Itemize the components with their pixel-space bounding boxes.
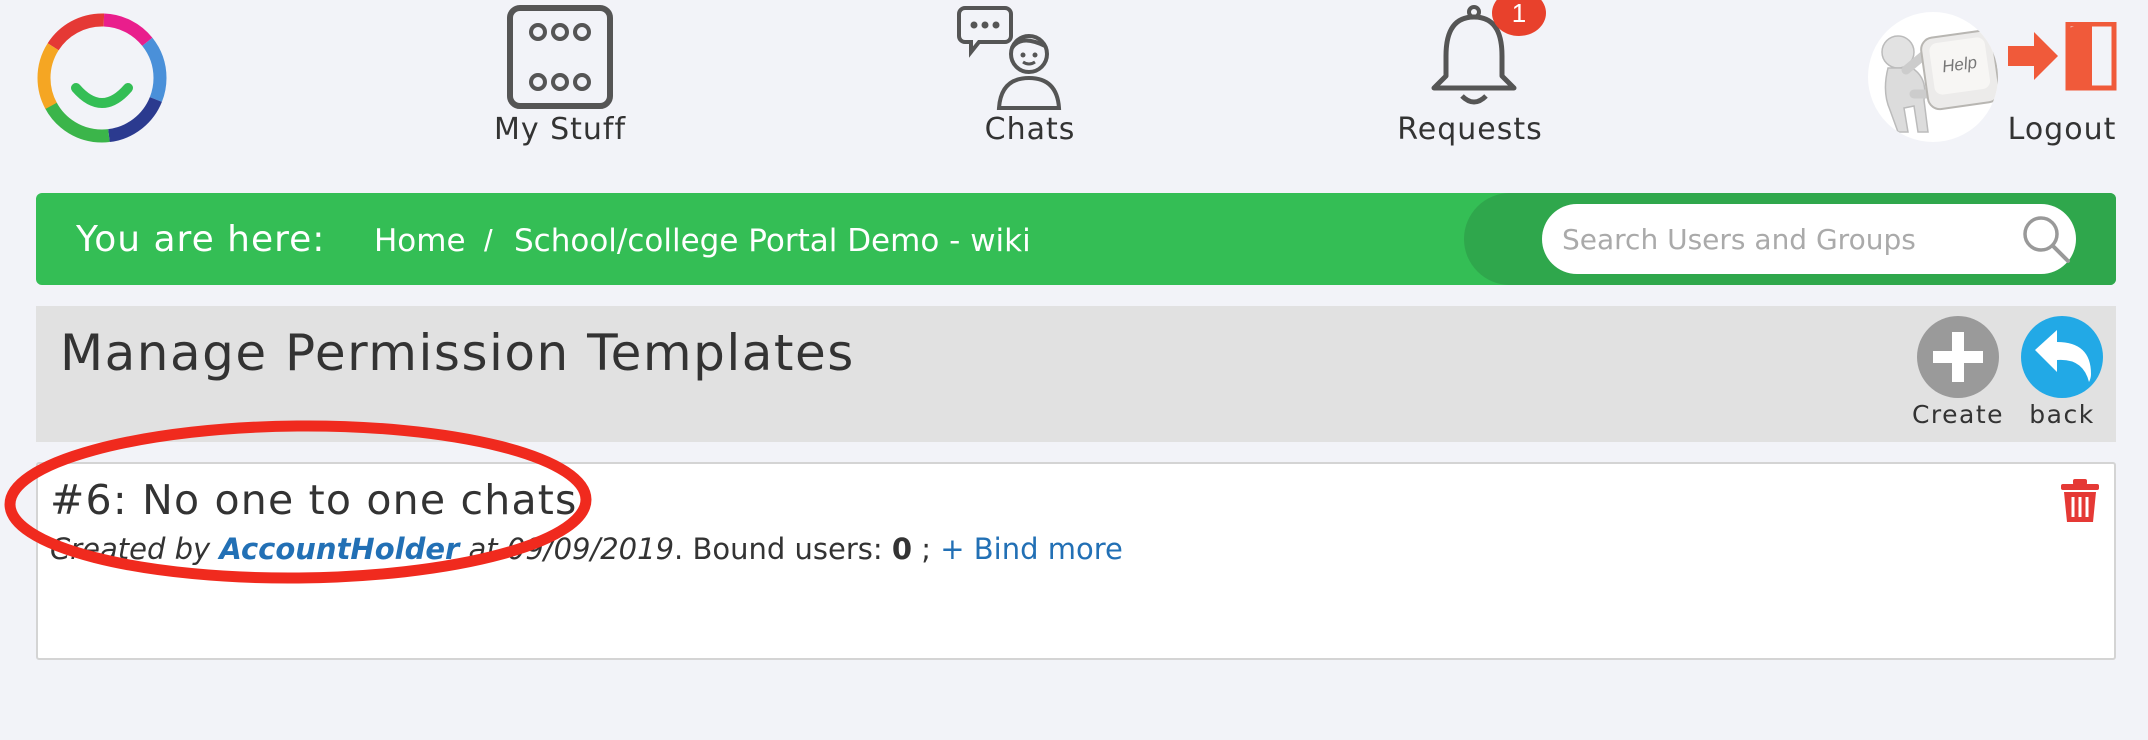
exit-door-icon [2008, 22, 2117, 91]
dice-six-icon [507, 5, 613, 109]
bind-more-link[interactable]: + Bind more [940, 532, 1123, 566]
create-label: Create [1911, 400, 2005, 429]
person-chat-icon [957, 6, 1062, 110]
nav-chats-label: Chats [984, 112, 1076, 147]
nav-requests-label: Requests [1397, 112, 1543, 147]
nav-my-stuff-label: My Stuff [493, 112, 627, 147]
breadcrumb-separator: / [484, 223, 493, 258]
plus-icon [1933, 332, 1983, 382]
permission-template-card: #6: No one to one chats Created by Accou… [36, 462, 2116, 660]
search-area [1464, 193, 2116, 285]
create-button[interactable]: Create [1908, 316, 2008, 429]
breadcrumb-current[interactable]: School/college Portal Demo - wiki [514, 223, 1031, 259]
page-title: Manage Permission Templates [60, 324, 855, 382]
bound-suffix: ; [921, 532, 932, 566]
back-button[interactable]: back [2012, 316, 2112, 429]
created-date: 09/09/2019 [506, 532, 675, 566]
search-icon[interactable] [2020, 213, 2072, 265]
logo-icon[interactable] [36, 12, 168, 144]
nav-logout-label: Logout [2007, 112, 2117, 147]
template-meta: Created by AccountHolder at 09/09/2019. … [50, 532, 1123, 566]
back-label: back [2029, 400, 2095, 429]
search-input[interactable] [1542, 204, 2076, 274]
breadcrumb-label: You are here: [76, 219, 326, 260]
help-figure-icon: Help [1881, 29, 1998, 133]
back-circle [2021, 316, 2103, 398]
template-title: #6: No one to one chats [50, 476, 578, 524]
bound-users-count: 0 [891, 532, 913, 566]
top-navigation: My Stuff Chats 1 Requests Help Logout [0, 0, 2148, 180]
create-circle [1917, 316, 1999, 398]
date-prefix: at [468, 532, 498, 566]
bound-users-label: . Bound users: [674, 532, 883, 566]
author-link[interactable]: AccountHolder [219, 532, 459, 566]
breadcrumb: You are here: Home / School/college Port… [36, 193, 2116, 285]
help-button[interactable]: Help [1868, 12, 1998, 142]
breadcrumb-home[interactable]: Home [374, 223, 466, 259]
page-header: Manage Permission Templates Create back [36, 306, 2116, 442]
trash-icon[interactable] [2060, 478, 2100, 524]
undo-arrow-icon [2035, 330, 2091, 382]
created-by-prefix: Created by [50, 532, 211, 566]
